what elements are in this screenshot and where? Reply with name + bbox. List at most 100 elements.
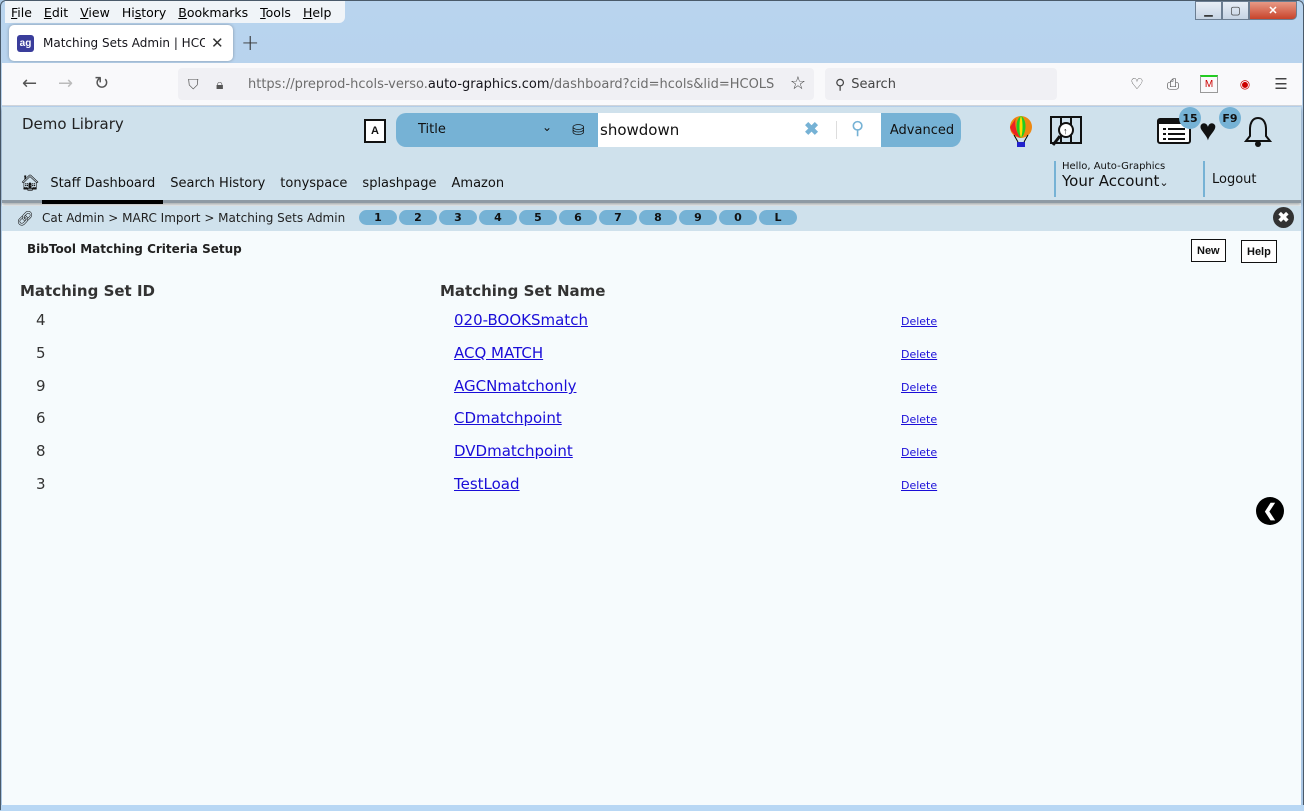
favorites-heart-icon[interactable]: ♥ <box>1199 116 1217 146</box>
mcafee-search-icon[interactable]: ◉ <box>1236 75 1254 93</box>
toolbar-icons: ♡ ⎙ M ◉ ☰ <box>1128 75 1290 93</box>
shortcut-pill[interactable]: 0 <box>718 209 758 226</box>
nav-amazon[interactable]: Amazon <box>452 176 505 191</box>
search-input[interactable] <box>598 113 881 147</box>
menu-bar: File Edit View History Bookmarks Tools H… <box>5 1 346 23</box>
tab-close-icon[interactable]: ✕ <box>211 34 224 52</box>
search-type-select[interactable]: Title <box>418 122 446 137</box>
menu-file[interactable]: File <box>5 5 38 20</box>
window-controls: ▁ ▢ ✕ <box>1195 1 1297 20</box>
divider <box>836 121 837 139</box>
menu-history[interactable]: History <box>116 5 172 20</box>
column-header-id: Matching Set ID <box>20 282 155 300</box>
logout-link[interactable]: Logout <box>1203 161 1257 197</box>
clear-search-icon[interactable]: ✖ <box>804 119 819 140</box>
library-name: Demo Library <box>22 115 124 133</box>
language-translate-icon[interactable]: A <box>364 119 386 143</box>
chevron-left-icon[interactable]: ❮ <box>1256 497 1284 525</box>
tab-active[interactable]: ag Matching Sets Admin | HCOLS ✕ <box>9 25 233 61</box>
chevron-down-icon[interactable]: ⌄ <box>542 120 552 134</box>
maximize-button[interactable]: ▢ <box>1222 1 1249 20</box>
delete-link[interactable]: Delete <box>901 315 937 328</box>
hamburger-menu-icon[interactable]: ☰ <box>1272 75 1290 93</box>
content: BibTool Matching Criteria Setup New Help… <box>2 231 1301 805</box>
table-row: 5 ACQ MATCH Delete <box>2 344 1002 377</box>
shortcut-pill[interactable]: 1 <box>358 209 398 226</box>
tab-bar: ag Matching Sets Admin | HCOLS ✕ + <box>5 25 1301 63</box>
shortcut-pill[interactable]: 8 <box>638 209 678 226</box>
search-bar: Title ⌄ ⛁ ✖ ⚲ Advanced <box>396 113 961 147</box>
advanced-search-button[interactable]: Advanced <box>883 113 961 147</box>
matching-set-name-link[interactable]: DVDmatchpoint <box>454 442 573 460</box>
matching-set-id: 4 <box>36 311 46 329</box>
delete-link[interactable]: Delete <box>901 446 937 459</box>
browser-search-input[interactable]: ⚲ Search <box>825 68 1057 100</box>
shortcut-pill[interactable]: L <box>758 209 798 226</box>
lock-icon[interactable]: 🔒︎ <box>216 76 234 93</box>
menu-bookmarks[interactable]: Bookmarks <box>172 5 254 20</box>
matching-set-name-link[interactable]: TestLoad <box>454 475 520 493</box>
nav-staff-dashboard[interactable]: Staff Dashboard <box>42 176 164 204</box>
pocket-icon[interactable]: ♡ <box>1128 75 1146 93</box>
breadcrumb: Cat Admin > MARC Import > Matching Sets … <box>42 211 346 225</box>
your-account-label[interactable]: Your Account <box>1062 172 1159 190</box>
search-submit-icon[interactable]: ⚲ <box>851 118 864 139</box>
matching-set-name-link[interactable]: AGCNmatchonly <box>454 377 576 395</box>
nav-tonyspace[interactable]: tonyspace <box>280 176 347 191</box>
matching-set-name-link[interactable]: 020-BOOKSmatch <box>454 311 588 329</box>
shortcut-pill[interactable]: 9 <box>678 209 718 226</box>
hot-air-balloon-icon[interactable] <box>1008 115 1034 156</box>
close-panel-icon[interactable]: ✖ <box>1273 207 1294 228</box>
list-count-badge: 15 <box>1179 107 1201 129</box>
back-button[interactable]: ← <box>22 73 37 94</box>
matching-set-id: 5 <box>36 344 46 362</box>
close-window-button[interactable]: ✕ <box>1249 1 1297 20</box>
table-row: 3 TestLoad Delete <box>2 475 1002 508</box>
minimize-button[interactable]: ▁ <box>1195 1 1222 20</box>
matching-set-name-link[interactable]: ACQ MATCH <box>454 344 543 362</box>
print-icon[interactable]: ⎙ <box>1164 75 1182 93</box>
matching-set-name-link[interactable]: CDmatchpoint <box>454 409 562 427</box>
menu-tools[interactable]: Tools <box>254 5 297 20</box>
delete-link[interactable]: Delete <box>901 413 937 426</box>
menu-help[interactable]: Help <box>297 5 338 20</box>
table-row: 8 DVDmatchpoint Delete <box>2 442 1002 475</box>
home-icon[interactable]: 🏠︎ <box>20 173 40 193</box>
forward-button[interactable]: → <box>58 73 73 94</box>
tab-title: Matching Sets Admin | HCOLS <box>43 36 205 50</box>
matching-set-id: 9 <box>36 377 46 395</box>
url-bar[interactable]: ⛉ 🔒︎ https://preprod-hcols-verso.auto-gr… <box>178 68 814 100</box>
shortcut-pill[interactable]: 3 <box>438 209 478 226</box>
shortcut-pill[interactable]: 7 <box>598 209 638 226</box>
delete-link[interactable]: Delete <box>901 348 937 361</box>
reload-button[interactable]: ↻ <box>94 73 109 94</box>
nav-toolbar: ← → ↻ ⛉ 🔒︎ https://preprod-hcols-verso.a… <box>2 63 1302 106</box>
new-button[interactable]: New <box>1191 239 1226 262</box>
shortcut-pill[interactable]: 4 <box>478 209 518 226</box>
breadcrumb-bar: 🔗︎ Cat Admin > MARC Import > Matching Se… <box>2 206 1301 231</box>
shortcut-pill[interactable]: 5 <box>518 209 558 226</box>
table-row: 9 AGCNmatchonly Delete <box>2 377 1002 410</box>
chevron-down-icon: ⌄ <box>1159 176 1169 189</box>
new-tab-button[interactable]: + <box>241 31 259 56</box>
menu-edit[interactable]: Edit <box>38 5 74 20</box>
help-button[interactable]: Help <box>1241 240 1277 263</box>
mcafee-extension-icon[interactable]: M <box>1200 75 1218 93</box>
database-icon[interactable]: ⛁ <box>572 121 585 139</box>
shortcut-pill[interactable]: 6 <box>558 209 598 226</box>
search-icon: ⚲ <box>835 75 846 92</box>
browser-window: File Edit View History Bookmarks Tools H… <box>0 0 1304 811</box>
notifications-bell-icon[interactable] <box>1243 115 1273 154</box>
delete-link[interactable]: Delete <box>901 381 937 394</box>
svg-text:↑: ↑ <box>1063 126 1068 136</box>
menu-view[interactable]: View <box>74 5 116 20</box>
delete-link[interactable]: Delete <box>901 479 937 492</box>
site-header: Demo Library A Title ⌄ ⛁ ✖ ⚲ Advanced ↑ <box>2 107 1301 204</box>
discovery-search-icon[interactable]: ↑ <box>1048 115 1084 156</box>
nav-search-history[interactable]: Search History <box>170 176 265 191</box>
nav-splashpage[interactable]: splashpage <box>362 176 436 191</box>
account-menu[interactable]: Hello, Auto-Graphics Your Account⌄ <box>1054 161 1204 197</box>
shortcut-pill[interactable]: 2 <box>398 209 438 226</box>
shield-icon[interactable]: ⛉ <box>188 76 206 93</box>
bookmark-star-icon[interactable]: ☆ <box>790 73 806 94</box>
